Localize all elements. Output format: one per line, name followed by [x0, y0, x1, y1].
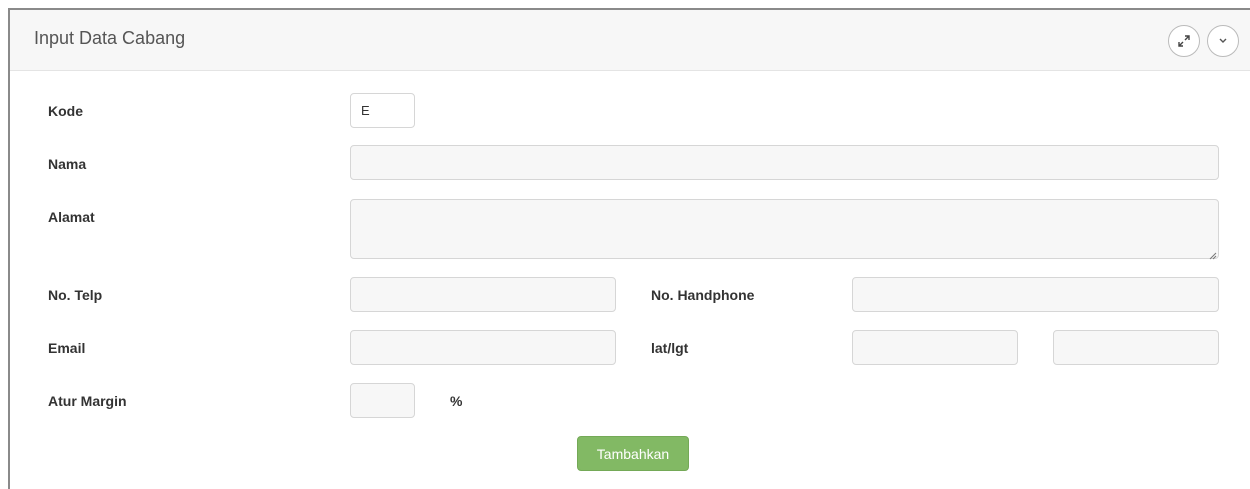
latlgt-label: lat/lgt — [651, 340, 689, 356]
handphone-input[interactable] — [852, 277, 1219, 312]
telp-input[interactable] — [350, 277, 616, 312]
kode-label: Kode — [48, 103, 83, 119]
resize-grip-icon[interactable] — [1207, 247, 1217, 260]
alamat-label: Alamat — [48, 209, 95, 225]
email-label: Email — [48, 340, 86, 356]
chevron-down-icon — [1218, 37, 1228, 45]
lat-input[interactable] — [852, 330, 1018, 365]
margin-percent-unit: % — [450, 393, 463, 409]
alamat-textarea[interactable] — [350, 199, 1219, 259]
collapse-button[interactable] — [1207, 25, 1239, 57]
panel-title: Input Data Cabang — [34, 28, 186, 48]
panel-header: Input Data Cabang — [10, 10, 1250, 71]
expand-icon — [1178, 35, 1190, 47]
nama-input[interactable] — [350, 145, 1219, 180]
tambahkan-button[interactable]: Tambahkan — [577, 436, 689, 471]
margin-label: Atur Margin — [48, 393, 127, 409]
handphone-label: No. Handphone — [651, 287, 755, 303]
margin-input[interactable] — [350, 383, 415, 418]
lgt-input[interactable] — [1053, 330, 1219, 365]
email-input[interactable] — [350, 330, 616, 365]
input-data-cabang-panel: Input Data Cabang Kode Nama Alamat — [8, 8, 1250, 489]
telp-label: No. Telp — [48, 287, 103, 303]
expand-button[interactable] — [1168, 25, 1200, 57]
kode-input[interactable] — [350, 93, 415, 128]
nama-label: Nama — [48, 156, 87, 172]
